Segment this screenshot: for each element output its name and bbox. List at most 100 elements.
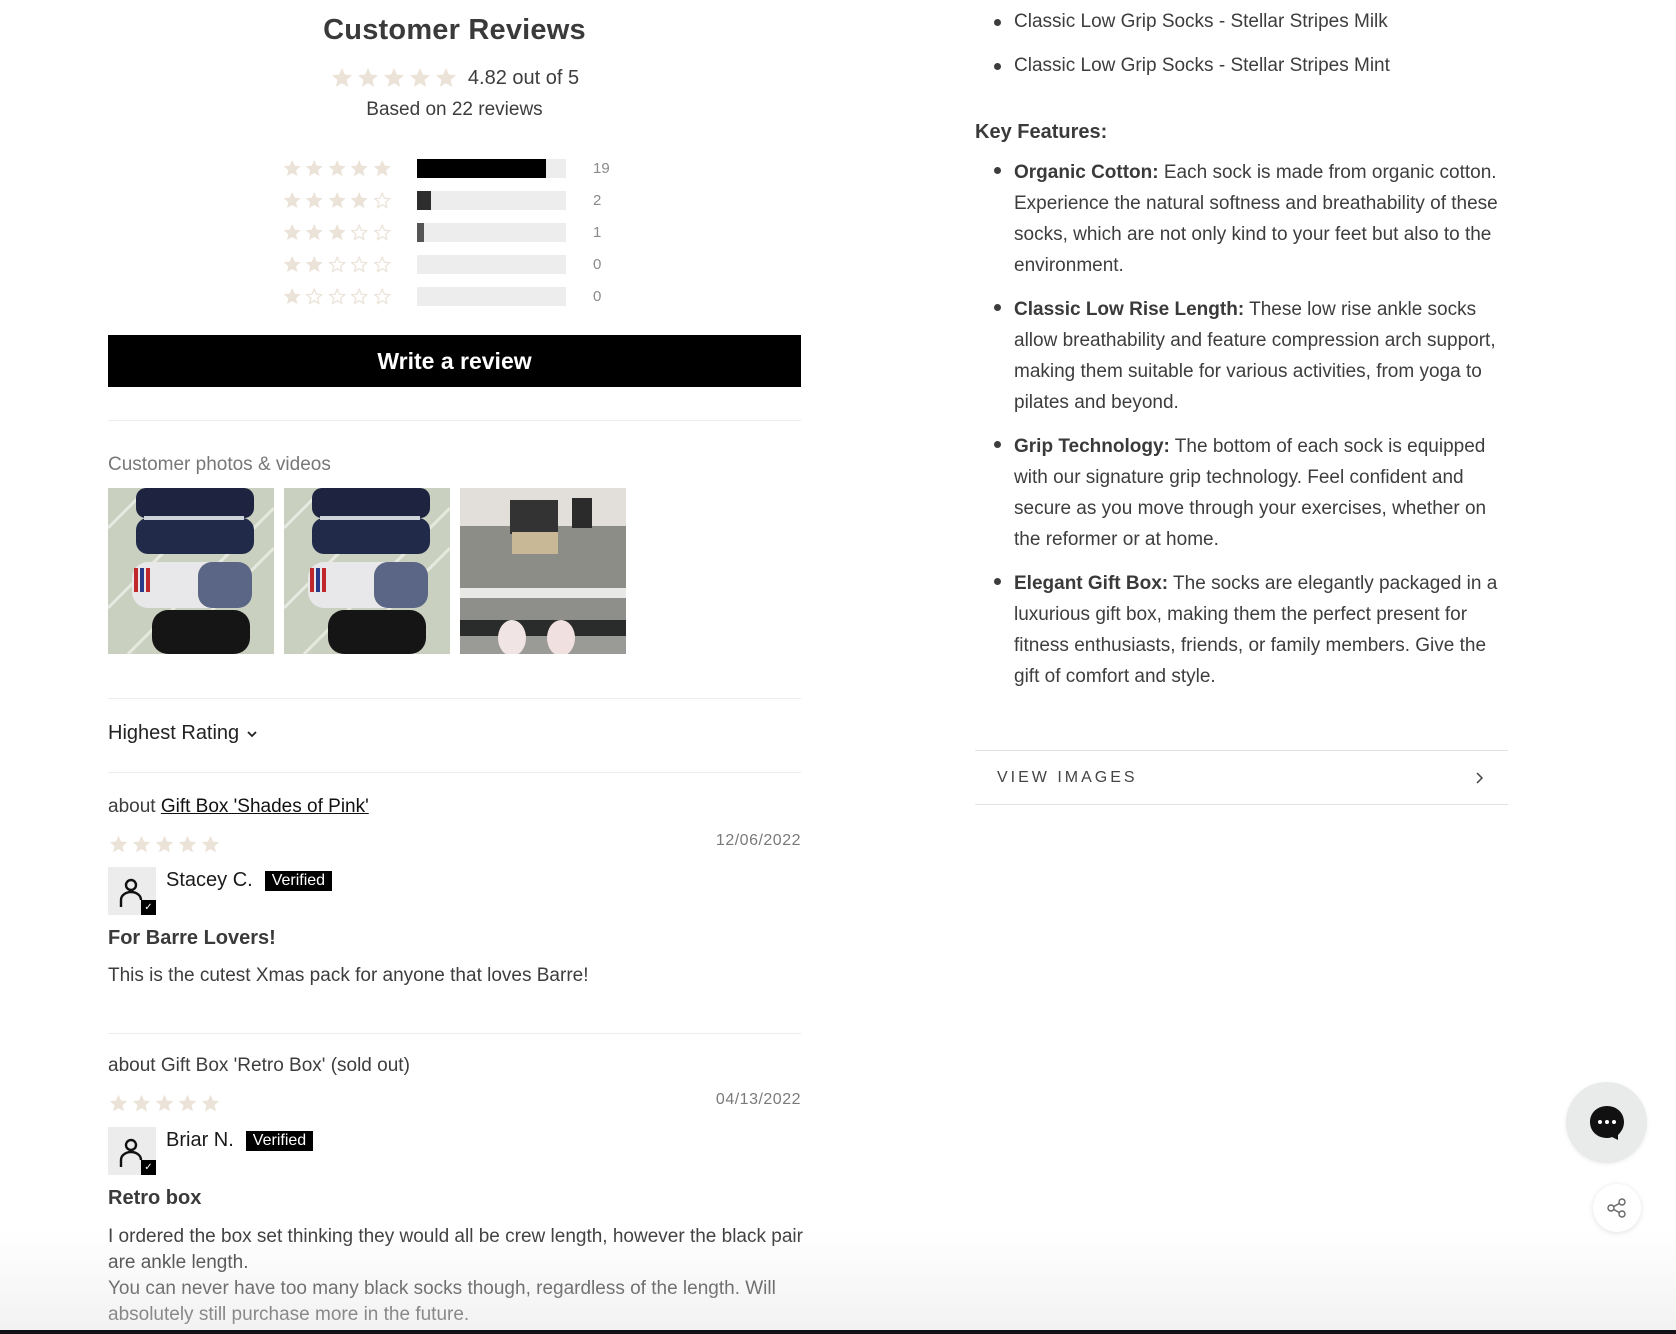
review-body-paragraph: This is the cutest Xmas pack for anyone … xyxy=(108,965,589,986)
star-filled-icon xyxy=(282,254,302,275)
star-filled-icon xyxy=(200,834,221,855)
divider xyxy=(108,698,801,699)
verified-badge: Verified xyxy=(264,870,333,891)
review-date: 12/06/2022 xyxy=(715,832,801,849)
star-empty-icon xyxy=(349,254,369,275)
chevron-down-icon xyxy=(247,730,257,737)
average-rating-stars xyxy=(330,66,458,90)
review-product-name: Gift Box 'Retro Box' (sold out) xyxy=(160,1055,410,1076)
star-empty-icon xyxy=(372,190,392,211)
star-filled-icon xyxy=(131,1093,152,1114)
star-filled-icon xyxy=(108,834,129,855)
photo-reformer-image xyxy=(460,488,626,654)
histogram-bar xyxy=(417,254,566,274)
customer-photo-3[interactable] xyxy=(460,488,626,654)
histogram-row-1-star[interactable]: 0 xyxy=(282,283,622,309)
photo-socks-image xyxy=(108,488,274,654)
star-filled-icon xyxy=(327,222,347,243)
review-product-link[interactable]: Gift Box 'Shades of Pink' xyxy=(161,796,369,817)
divider xyxy=(108,772,801,773)
star-filled-icon xyxy=(282,158,302,179)
histogram-bar xyxy=(417,222,566,242)
review-date: 04/13/2022 xyxy=(715,1091,801,1108)
view-images-accordion[interactable]: VIEW IMAGES xyxy=(975,750,1508,805)
histogram-row-5-star[interactable]: 19 xyxy=(282,155,622,181)
review-stars xyxy=(108,1093,221,1114)
histogram-count: 2 xyxy=(593,191,602,209)
feature-item: Classic Low Rise Length: These low rise … xyxy=(975,294,1510,418)
star-filled-icon xyxy=(154,1093,175,1114)
star-filled-icon xyxy=(349,190,369,211)
star-filled-icon xyxy=(382,66,406,90)
histogram-stars xyxy=(282,190,392,211)
star-filled-icon xyxy=(304,222,324,243)
sort-label: Highest Rating xyxy=(108,722,240,744)
reviews-title: Customer Reviews xyxy=(323,14,586,46)
histogram-count: 0 xyxy=(593,287,602,305)
star-filled-icon xyxy=(304,158,324,179)
histogram-count: 19 xyxy=(593,159,610,177)
star-empty-icon xyxy=(372,286,392,307)
histogram-stars xyxy=(282,222,392,243)
window-bottom-edge xyxy=(0,1330,1676,1334)
review-about: about Gift Box 'Retro Box' (sold out) xyxy=(108,1055,410,1077)
star-filled-icon xyxy=(408,66,432,90)
histogram-bar xyxy=(417,190,566,210)
divider xyxy=(108,420,801,421)
view-images-label: VIEW IMAGES xyxy=(997,768,1138,786)
reviewer-name: Stacey C. xyxy=(166,869,253,891)
sort-dropdown[interactable]: Highest Rating xyxy=(108,722,259,745)
histogram-bar xyxy=(417,286,566,306)
histogram-bar xyxy=(417,158,566,178)
feature-item: Elegant Gift Box: The socks are elegantl… xyxy=(975,568,1510,692)
share-button[interactable] xyxy=(1593,1184,1641,1232)
histogram-row-3-star[interactable]: 1 xyxy=(282,219,622,245)
star-filled-icon xyxy=(108,1093,129,1114)
verified-badge: Verified xyxy=(245,1130,314,1151)
histogram-stars xyxy=(282,254,392,275)
histogram-stars xyxy=(282,286,392,307)
review-title: Retro box xyxy=(108,1187,202,1209)
star-empty-icon xyxy=(372,222,392,243)
star-empty-icon xyxy=(304,286,324,307)
about-prefix: about xyxy=(108,796,161,817)
feature-name: Grip Technology: xyxy=(1014,436,1170,457)
about-prefix: about xyxy=(108,1055,161,1076)
reviewer: Briar N. Verified xyxy=(166,1129,314,1152)
histogram-count: 0 xyxy=(593,255,602,273)
feature-name: Organic Cotton: xyxy=(1014,162,1159,183)
photo-socks-image xyxy=(284,488,450,654)
features-list: Organic Cotton: Each sock is made from o… xyxy=(975,157,1510,705)
share-icon xyxy=(1607,1198,1626,1218)
star-filled-icon xyxy=(434,66,458,90)
review-body: This is the cutest Xmas pack for anyone … xyxy=(108,963,808,989)
histogram-bar-fill xyxy=(417,158,546,178)
review-body-paragraph: You can never have too many black socks … xyxy=(108,1278,776,1325)
star-filled-icon xyxy=(327,190,347,211)
customer-photos-label: Customer photos & videos xyxy=(108,454,331,475)
histogram-row-2-star[interactable]: 0 xyxy=(282,251,622,277)
star-filled-icon xyxy=(356,66,380,90)
key-features-heading: Key Features: xyxy=(975,121,1108,143)
star-filled-icon xyxy=(282,222,302,243)
customer-photo-2[interactable] xyxy=(284,488,450,654)
reviewer-name: Briar N. xyxy=(166,1129,234,1151)
star-filled-icon xyxy=(327,158,347,179)
histogram-row-4-star[interactable]: 2 xyxy=(282,187,622,213)
rating-summary: 4.82 out of 5 xyxy=(108,66,801,90)
review-body: I ordered the box set thinking they woul… xyxy=(108,1224,808,1328)
star-empty-icon xyxy=(327,254,347,275)
star-filled-icon xyxy=(372,158,392,179)
included-items-list: Classic Low Grip Socks - Stellar Stripes… xyxy=(975,9,1510,79)
divider xyxy=(108,1033,801,1034)
star-empty-icon xyxy=(327,286,347,307)
star-filled-icon xyxy=(177,1093,198,1114)
chat-button[interactable] xyxy=(1566,1082,1647,1163)
star-empty-icon xyxy=(372,254,392,275)
star-filled-icon xyxy=(349,158,369,179)
customer-photo-1[interactable] xyxy=(108,488,274,654)
average-rating-text: 4.82 out of 5 xyxy=(467,66,580,89)
star-filled-icon xyxy=(131,834,152,855)
write-review-button[interactable]: Write a review xyxy=(108,335,801,387)
star-filled-icon xyxy=(304,190,324,211)
